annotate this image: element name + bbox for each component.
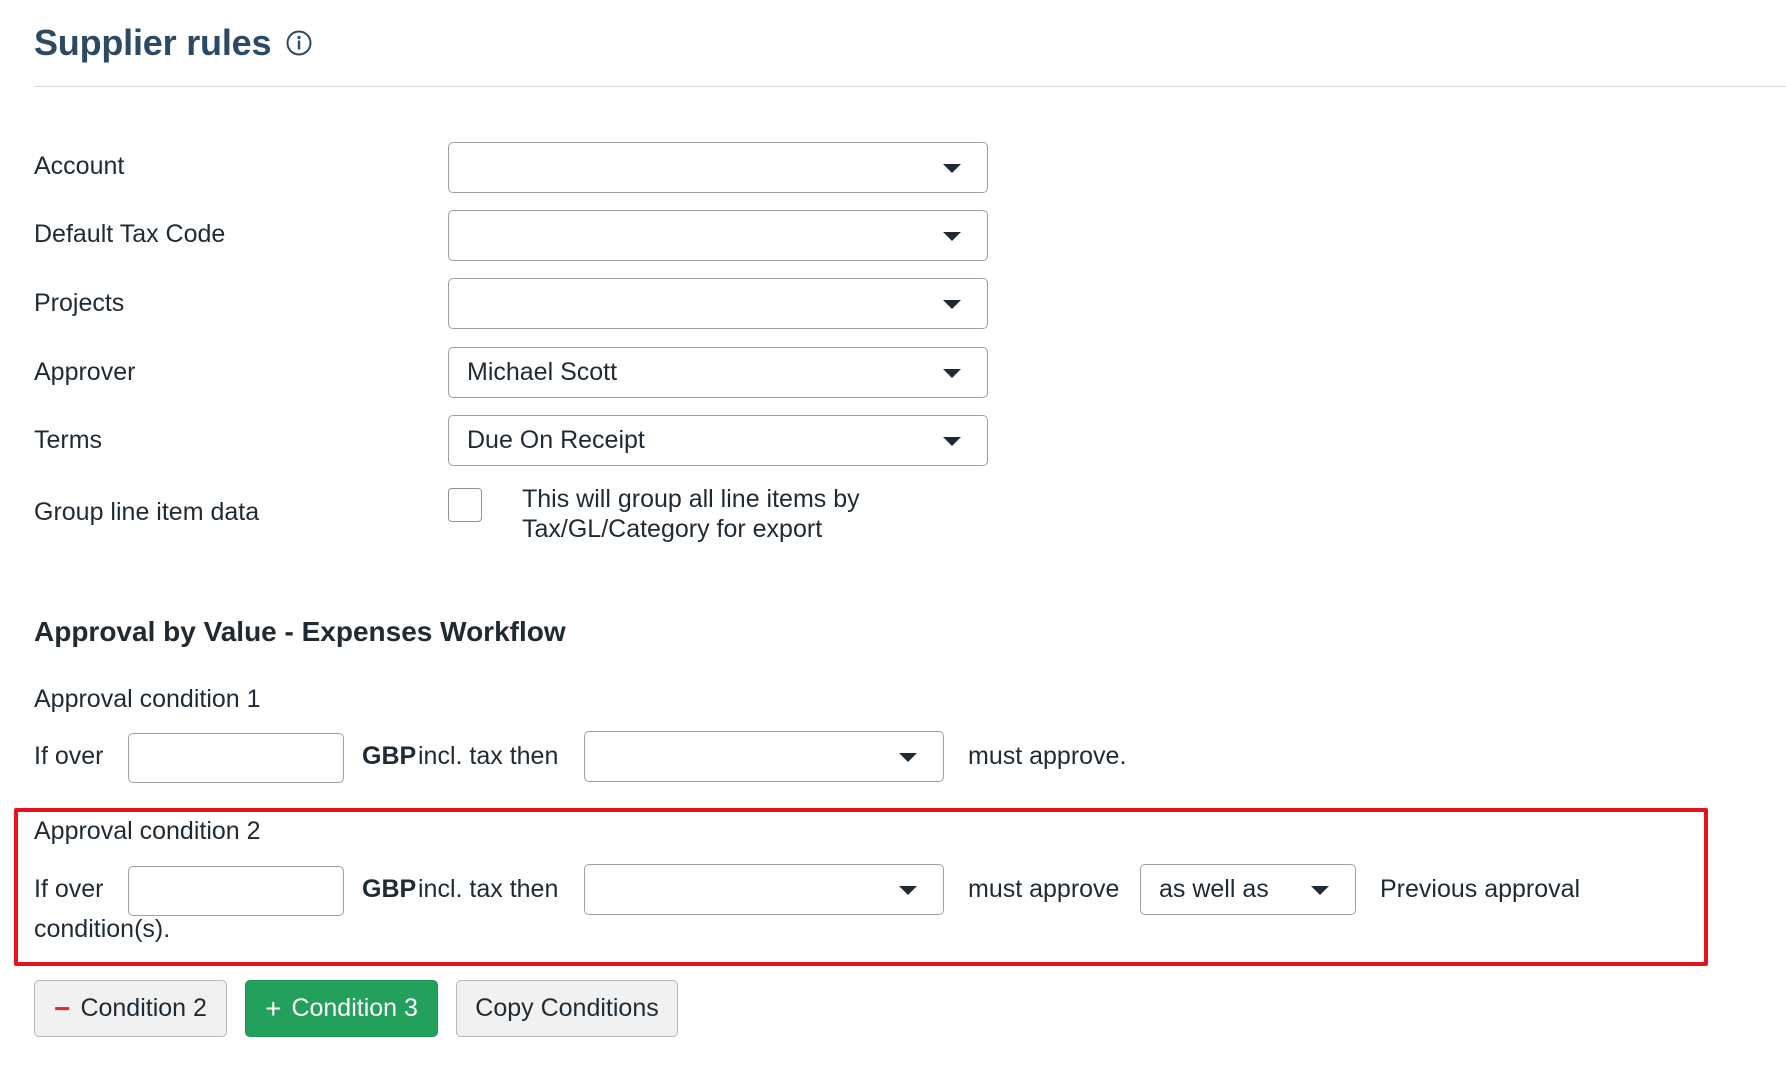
condition-2-approver-select[interactable] [584, 864, 944, 915]
account-label: Account [34, 152, 125, 180]
terms-value: Due On Receipt [467, 426, 645, 454]
projects-select[interactable] [448, 278, 988, 329]
group-line-item-label: Group line item data [34, 498, 260, 526]
workflow-title: Approval by Value - Expenses Workflow [34, 616, 566, 647]
minus-icon: − [54, 992, 71, 1024]
condition-1-if-over: If over [34, 742, 104, 770]
title-row: Supplier rules [34, 22, 313, 64]
projects-label: Projects [34, 289, 125, 317]
supplier-rules-page: Supplier rules Account Default Tax Code … [0, 0, 1786, 1076]
terms-label: Terms [34, 426, 103, 454]
condition-2-currency: GBP [362, 875, 417, 903]
condition-2-previous-text: Previous approval [1380, 875, 1581, 903]
account-select[interactable] [448, 142, 988, 193]
caret-down-icon [899, 885, 917, 895]
caret-down-icon [943, 436, 961, 446]
condition-2-if-over: If over [34, 875, 104, 903]
caret-down-icon [943, 231, 961, 241]
condition-1-must-approve: must approve. [968, 742, 1127, 770]
remove-condition-button[interactable]: − Condition 2 [34, 980, 227, 1037]
plus-icon: + [265, 992, 282, 1024]
condition-2-incl-tax: incl. tax then [418, 875, 559, 903]
condition-2-relation-select[interactable]: as well as [1140, 864, 1356, 915]
condition-2-trailing-text: condition(s). [34, 915, 171, 943]
title-divider [34, 86, 1786, 87]
page-title: Supplier rules [34, 22, 272, 63]
info-circle-icon[interactable] [285, 29, 313, 57]
caret-down-icon [943, 299, 961, 309]
condition-2-relation-value: as well as [1159, 875, 1269, 903]
default-tax-code-select[interactable] [448, 210, 988, 261]
caret-down-icon [899, 752, 917, 762]
condition-2-must-approve: must approve [968, 875, 1120, 903]
caret-down-icon [943, 163, 961, 173]
caret-down-icon [943, 368, 961, 378]
approver-label: Approver [34, 358, 136, 386]
default-tax-code-label: Default Tax Code [34, 220, 226, 248]
approver-select[interactable]: Michael Scott [448, 347, 988, 398]
condition-2-amount-input[interactable] [128, 866, 344, 916]
caret-down-icon [1311, 885, 1329, 895]
remove-condition-label: Condition 2 [80, 994, 207, 1022]
copy-conditions-label: Copy Conditions [475, 994, 659, 1022]
condition-2-label: Approval condition 2 [34, 817, 261, 845]
condition-1-label: Approval condition 1 [34, 685, 261, 713]
terms-select[interactable]: Due On Receipt [448, 415, 988, 466]
group-line-item-description: This will group all line items by Tax/GL… [522, 485, 860, 543]
condition-1-currency: GBP [362, 742, 417, 770]
group-line-item-checkbox[interactable] [448, 488, 482, 522]
approver-value: Michael Scott [467, 358, 618, 386]
add-condition-label: Condition 3 [291, 994, 418, 1022]
condition-1-approver-select[interactable] [584, 731, 944, 782]
condition-1-incl-tax: incl. tax then [418, 742, 559, 770]
copy-conditions-button[interactable]: Copy Conditions [456, 980, 678, 1037]
add-condition-button[interactable]: + Condition 3 [245, 980, 438, 1037]
condition-1-amount-input[interactable] [128, 733, 344, 783]
